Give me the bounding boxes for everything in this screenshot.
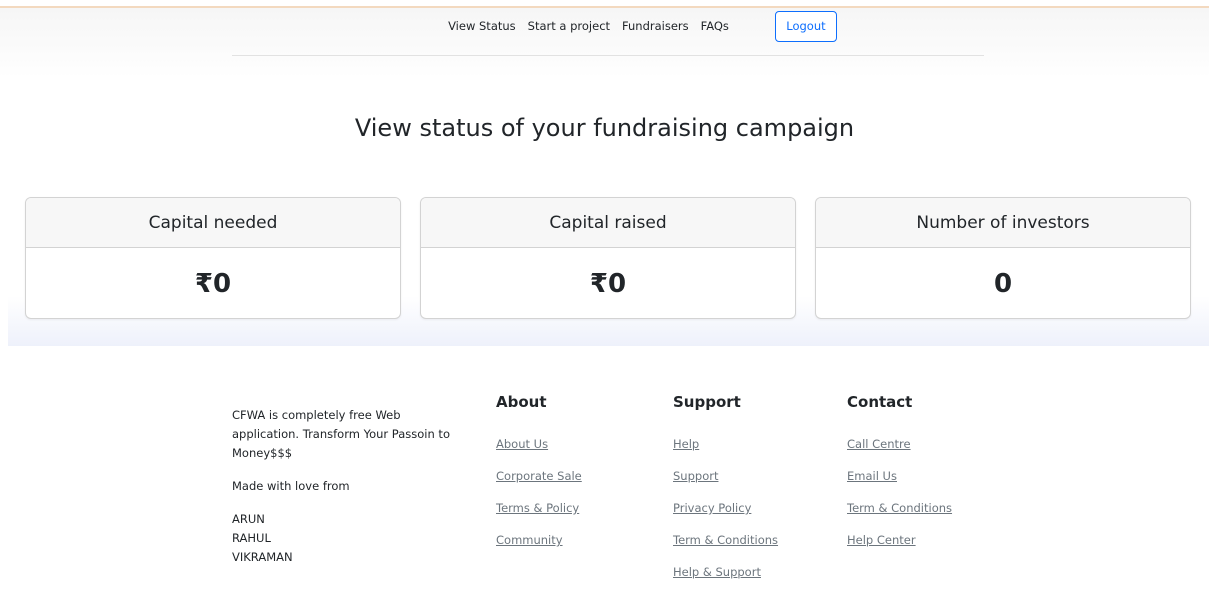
- nav-link-fundraisers[interactable]: Fundraisers: [622, 19, 689, 33]
- stat-card-value: 0: [993, 269, 1013, 299]
- nav-link-faqs[interactable]: FAQs: [701, 19, 729, 33]
- nav-divider: [232, 55, 984, 56]
- footer-link-terms-policy[interactable]: Terms & Policy: [496, 501, 579, 515]
- footer-made-with: Made with love from: [232, 479, 350, 493]
- stat-card-header: Capital needed: [26, 198, 400, 248]
- footer-link-help-center[interactable]: Help Center: [847, 533, 916, 547]
- footer-link-privacy-policy[interactable]: Privacy Policy: [673, 501, 751, 515]
- top-nav: View Status Start a project Fundraisers …: [0, 10, 1209, 42]
- team-member: VIKRAMAN: [232, 550, 293, 564]
- footer-link-support[interactable]: Support: [673, 469, 718, 483]
- stat-card-header: Capital raised: [421, 198, 795, 248]
- team-member: RAHUL: [232, 531, 271, 545]
- footer-link-email-us[interactable]: Email Us: [847, 469, 897, 483]
- footer-link-term-conditions[interactable]: Term & Conditions: [673, 533, 778, 547]
- footer-col-about: About About Us Corporate Sale Terms & Po…: [496, 393, 582, 561]
- logout-button[interactable]: Logout: [774, 10, 837, 42]
- footer-heading-about: About: [496, 393, 547, 411]
- footer-col-support: Support Help Support Privacy Policy Term…: [673, 393, 778, 593]
- footer-link-term-conditions-contact[interactable]: Term & Conditions: [847, 501, 952, 515]
- nav-links: View Status Start a project Fundraisers …: [442, 19, 735, 33]
- footer-link-help-support[interactable]: Help & Support: [673, 565, 761, 579]
- stat-card-header: Number of investors: [816, 198, 1190, 248]
- page-title: View status of your fundraising campaign: [354, 114, 855, 142]
- footer-col-contact: Contact Call Centre Email Us Term & Cond…: [847, 393, 952, 561]
- stat-card-capital-raised: Capital raised ₹0: [420, 197, 796, 319]
- team-member: ARUN: [232, 512, 265, 526]
- footer-link-call-centre[interactable]: Call Centre: [847, 437, 911, 451]
- team-list: ARUN RAHUL VIKRAMAN: [232, 510, 457, 567]
- stat-card-value: ₹0: [194, 269, 232, 299]
- footer-about-text: CFWA is completely free Web application.…: [232, 406, 457, 567]
- footer-heading-contact: Contact: [847, 393, 913, 411]
- stat-card-capital-needed: Capital needed ₹0: [25, 197, 401, 319]
- stat-card-investors: Number of investors 0: [815, 197, 1191, 319]
- footer-link-help[interactable]: Help: [673, 437, 699, 451]
- stat-card-value: ₹0: [589, 269, 627, 299]
- page: View Status Start a project Fundraisers …: [0, 0, 1209, 599]
- footer-heading-support: Support: [673, 393, 741, 411]
- footer-link-community[interactable]: Community: [496, 533, 563, 547]
- nav-link-start-project[interactable]: Start a project: [528, 19, 610, 33]
- nav-link-view-status[interactable]: View Status: [448, 19, 516, 33]
- footer-link-about-us[interactable]: About Us: [496, 437, 548, 451]
- footer-link-corporate-sale[interactable]: Corporate Sale: [496, 469, 582, 483]
- footer-description: CFWA is completely free Web application.…: [232, 408, 450, 460]
